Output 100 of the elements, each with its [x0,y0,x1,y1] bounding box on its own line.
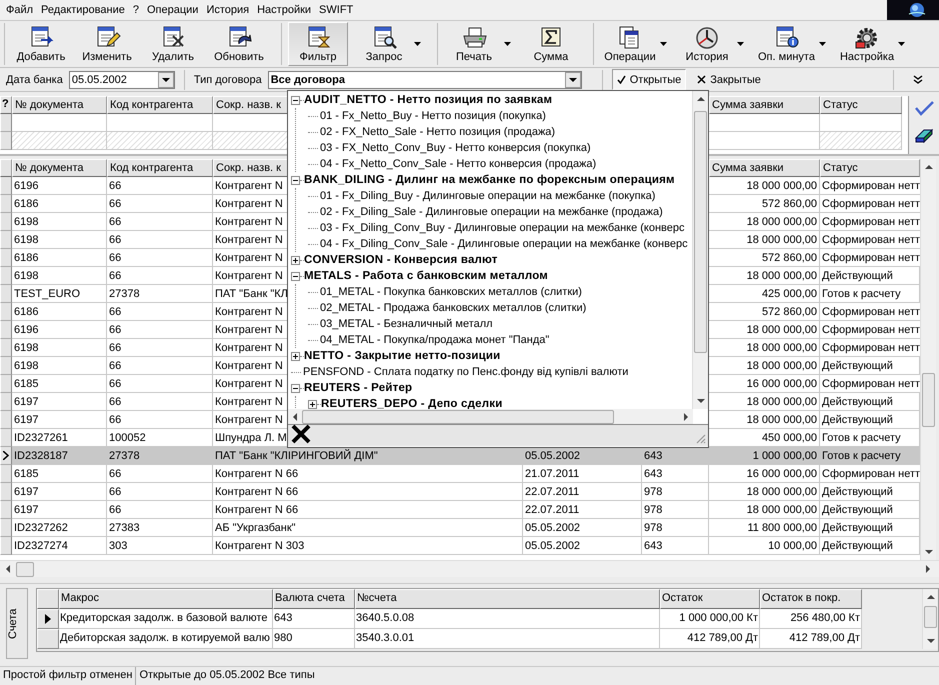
expand-icon[interactable] [291,352,300,360]
toolbar-button[interactable]: Обновить [209,22,269,66]
collapse-icon[interactable] [291,384,300,392]
column-header[interactable]: Код контрагента [107,96,213,114]
close-icon[interactable] [290,424,312,444]
menu-item[interactable]: Настройки [253,2,316,18]
tree-item[interactable]: 01 - Fx_Netto_Buy - Нетто позиция (покупка) [320,108,546,124]
column-header[interactable]: Валюта счета [273,589,355,609]
contract-type-dropdown[interactable] [287,90,709,448]
scrollbar-thumb[interactable] [694,111,707,353]
toolbar-button[interactable]: Удалить [143,22,203,66]
toolbar-button[interactable]: Печать [444,22,515,66]
filter-cell[interactable] [12,114,107,132]
filter-cell[interactable] [820,132,902,150]
toggle-button[interactable]: Закрытые [692,69,766,90]
expand-icon[interactable] [291,256,300,264]
contract-type-field[interactable]: Все договора [268,70,582,88]
toolbar-button[interactable]: Оп. минута [754,22,830,66]
collapse-icon[interactable] [291,272,300,280]
column-header[interactable]: Макрос [59,589,273,609]
caret-icon[interactable] [504,42,511,46]
caret-icon[interactable] [414,42,421,46]
table-cell: 18 000 000,00 [709,177,820,195]
filter-cell[interactable] [820,114,902,132]
tree-group[interactable]: AUDIT_NETTO - Нетто позиция по заявкам [304,92,552,108]
table-cell: 425 000,00 [709,285,820,303]
date-field[interactable]: 05.05.2002 [68,70,175,88]
table-cell: 643 [642,537,709,555]
table-cell: Действующий [820,519,920,537]
caret-icon[interactable] [737,42,744,46]
tree-item[interactable]: 04 - Fx_Netto_Conv_Sale - Нетто конверсия (продажа) [320,156,596,172]
filter-cell[interactable] [107,114,213,132]
toolbar-button[interactable]: Фильтр [288,22,348,66]
column-header[interactable]: Остаток в покр. [760,589,862,609]
filter-cell[interactable] [709,132,820,150]
toolbar-button[interactable]: Запрос [354,22,425,66]
scrollbar-thumb[interactable] [924,606,937,628]
table-cell: Действующий [820,483,920,501]
table-cell: 05.05.2002 [523,537,642,555]
resize-grip-icon[interactable] [694,432,706,444]
column-header: ? [0,96,12,114]
row-selector[interactable] [0,447,12,465]
filter-cell[interactable] [709,114,820,132]
menu-item[interactable]: Редактирование [37,2,129,18]
column-header[interactable]: Сумма заявки [709,159,820,177]
caret-icon[interactable] [898,42,906,46]
expand-icon[interactable] [308,400,317,408]
menu-item[interactable]: Файл [2,2,38,18]
table-cell: Кредиторская задолж. в базовой валюте [59,609,273,629]
field-label: Тип договора [194,74,262,86]
caret-icon[interactable] [818,42,826,46]
tree-group[interactable]: REUTERS_DEPO - Депо сделки [321,396,502,409]
tree-item[interactable]: 02 - FX_Netto_Sale - Нетто позиция (продажа) [320,124,556,140]
column-header[interactable]: № документа [12,159,107,177]
filter-cell[interactable] [12,132,107,150]
side-tab[interactable]: Счета [6,588,28,659]
double-chevron-icon[interactable] [913,74,923,84]
menu-item[interactable]: История [202,2,254,18]
vertical-scrollbar[interactable] [920,159,936,560]
column-header[interactable]: Сумма заявки [709,96,820,114]
table-cell: ID2328187 [12,447,107,465]
eraser-icon[interactable] [914,126,934,144]
table-cell: 978 [642,519,709,537]
table-cell: 6198 [12,339,107,357]
filter-cell[interactable] [107,132,213,150]
toolbar-button[interactable]: История [677,22,748,66]
column-header[interactable]: Статус [820,96,902,114]
column-header[interactable]: №счета [355,589,660,609]
scrollbar-thumb[interactable] [16,562,34,576]
column-header[interactable]: Остаток [660,589,760,609]
caret-icon[interactable] [660,42,667,46]
scrollbar-thumb[interactable] [302,410,614,424]
column-header[interactable]: № документа [12,96,107,114]
menu-item[interactable]: ? [128,2,143,18]
table-cell: ПАТ "Банк "КЛІРИНГОВИЙ ДІМ" [213,447,523,465]
table-cell: Контрагент N 66 [213,501,523,519]
tree-group[interactable]: CONVERSION - Конверсия валют [304,252,498,268]
vertical-scrollbar[interactable] [692,91,708,409]
tree-item[interactable]: 03 - FX_Netto_Conv_Buy - Нетто конверсия (покупка) [320,140,591,156]
collapse-icon[interactable] [291,176,300,184]
toggle-button[interactable]: Открытые [612,69,686,90]
status-text: Простой фильтр отменен [0,667,136,685]
horizontal-scrollbar[interactable] [0,560,939,577]
scrollbar-thumb[interactable] [922,373,935,427]
toolbar-button[interactable]: Сумма [521,22,581,66]
column-header[interactable]: Статус [820,159,920,177]
globe-logo-icon [887,0,939,20]
toolbar-button[interactable]: Операции [600,22,671,66]
tree-group[interactable]: REUTERS - Рейтер [304,380,412,396]
table-cell: 572 860,00 [709,195,820,213]
toolbar-button[interactable]: Настройка [836,22,910,66]
check-icon[interactable] [914,100,934,116]
menu-item[interactable]: SWIFT [315,2,358,18]
column-header[interactable]: Код контрагента [107,159,213,177]
toolbar-button[interactable]: Изменить [77,22,137,66]
horizontal-scrollbar[interactable] [288,409,693,424]
vertical-scrollbar[interactable] [922,589,938,649]
menu-item[interactable]: Операции [142,2,202,18]
toolbar-button[interactable]: Добавить [11,22,71,66]
collapse-icon[interactable] [291,96,300,104]
